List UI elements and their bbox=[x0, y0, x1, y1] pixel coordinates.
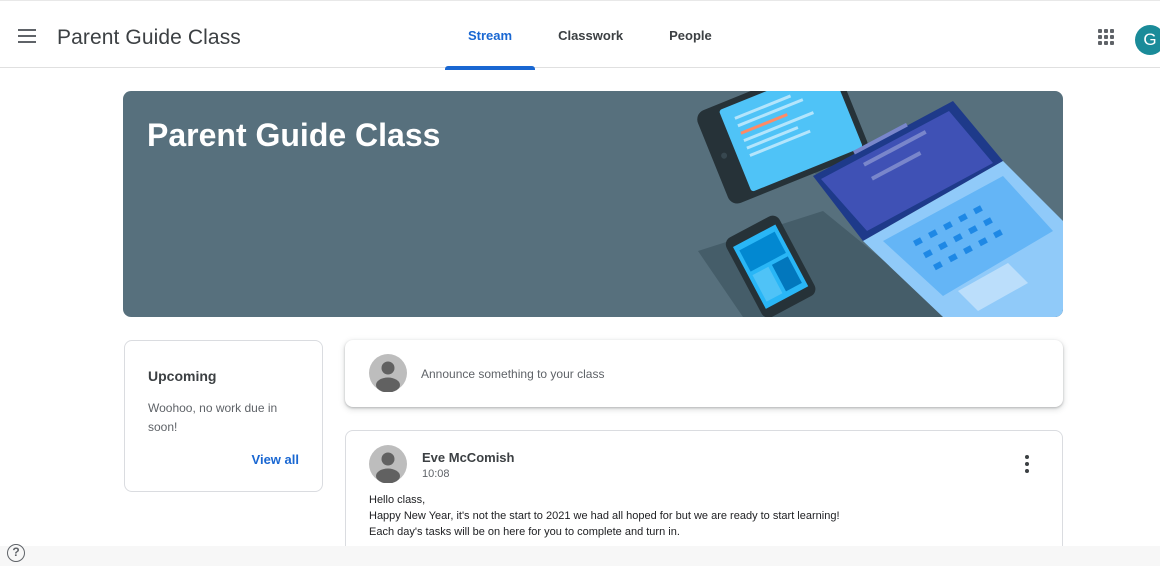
class-title[interactable]: Parent Guide Class bbox=[57, 26, 241, 50]
tab-classwork[interactable]: Classwork bbox=[535, 1, 646, 69]
google-apps-grid-icon[interactable] bbox=[1098, 29, 1114, 45]
help-icon[interactable]: ? bbox=[7, 544, 25, 562]
more-vert-icon[interactable] bbox=[1022, 455, 1032, 475]
user-avatar-icon bbox=[369, 354, 407, 392]
banner-title: Parent Guide Class bbox=[147, 117, 441, 153]
class-tabs: Stream Classwork People bbox=[445, 1, 735, 70]
hamburger-menu-icon[interactable] bbox=[18, 27, 38, 43]
post-line: Hello class, bbox=[369, 494, 426, 506]
post-line: Happy New Year, it's not the start to 20… bbox=[369, 510, 840, 522]
tab-stream[interactable]: Stream bbox=[445, 1, 536, 70]
tab-people[interactable]: People bbox=[646, 1, 735, 69]
announce-box[interactable]: Announce something to your class bbox=[345, 340, 1063, 407]
author-avatar-icon bbox=[369, 445, 407, 483]
top-app-bar: Parent Guide Class Stream Classwork Peop… bbox=[0, 0, 1160, 70]
post-author[interactable]: Eve McComish bbox=[422, 450, 514, 465]
class-banner: Parent Guide Class bbox=[123, 91, 1063, 317]
post-line: Each day's tasks will be on here for you… bbox=[369, 526, 680, 538]
upcoming-card: Upcoming Woohoo, no work due in soon! Vi… bbox=[124, 340, 323, 492]
view-all-link[interactable]: View all bbox=[252, 452, 299, 467]
bottom-strip bbox=[0, 546, 1160, 566]
post-body: Hello class, Happy New Year, it's not th… bbox=[369, 492, 840, 540]
upcoming-message: Woohoo, no work due in soon! bbox=[148, 401, 278, 434]
announce-placeholder[interactable]: Announce something to your class bbox=[421, 367, 604, 381]
post-timestamp: 10:08 bbox=[422, 468, 450, 480]
upcoming-title: Upcoming bbox=[148, 368, 217, 384]
account-avatar[interactable]: G bbox=[1135, 25, 1160, 55]
